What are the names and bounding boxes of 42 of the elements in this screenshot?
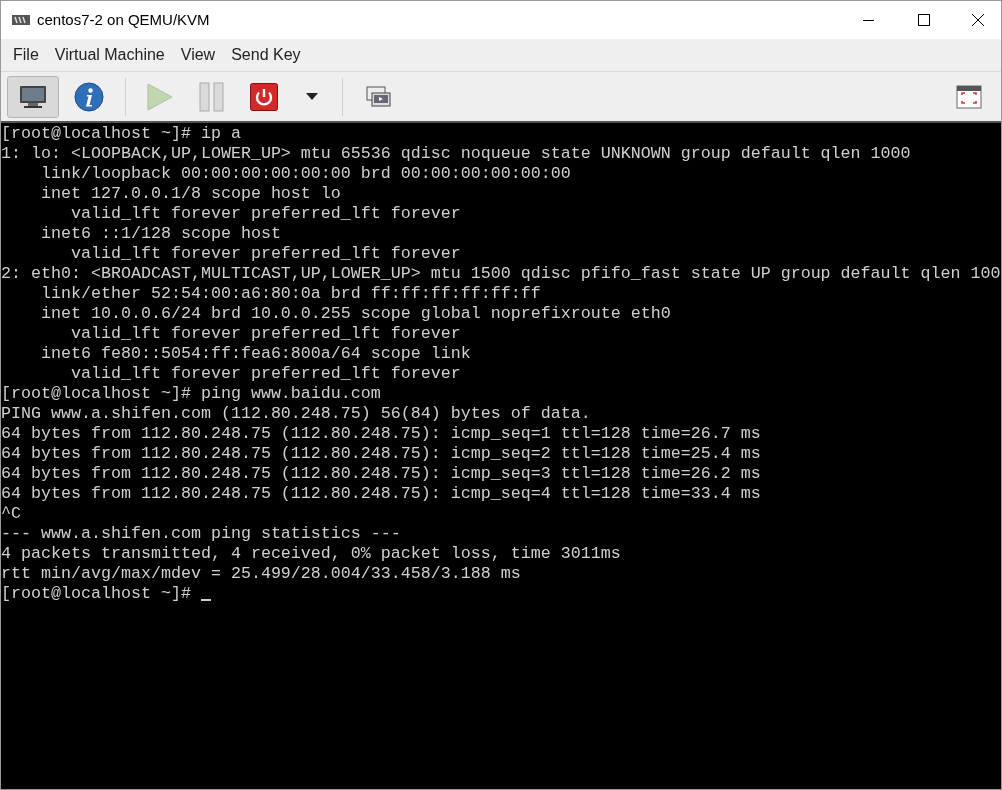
terminal-line: inet6 fe80::5054:ff:fea6:800a/64 scope link — [39, 344, 471, 364]
terminal-line: valid_lft forever preferred_lft forever — [69, 244, 461, 264]
terminal-line: 64 bytes from 112.80.248.75 (112.80.248.75): icmp_seq=4 ttl=128 time=33.4 ms — [1, 484, 761, 504]
terminal-line: 64 bytes from 112.80.248.75 (112.80.248.75): icmp_seq=3 ttl=128 time=26.2 ms — [1, 464, 761, 484]
menu-item[interactable]: Virtual Machine — [46, 41, 173, 69]
terminal-line: ^C — [1, 504, 21, 524]
fullscreen-icon — [956, 84, 982, 109]
menu-item[interactable]: Send Key — [223, 41, 309, 69]
app-icon — [11, 13, 31, 27]
terminal-prompt: [root@localhost ~]# — [1, 584, 191, 604]
menu-item[interactable]: File — [5, 41, 47, 69]
info-icon — [74, 81, 104, 112]
pause-icon — [199, 81, 225, 112]
menu-item[interactable]: View — [172, 41, 224, 69]
terminal-line: link/ether 52:54:00:a6:80:0a brd ff:ff:ff:ff:ff:ff — [39, 284, 541, 304]
terminal-line: inet 10.0.0.6/24 brd 10.0.0.255 scope global noprefixroute eth0 — [39, 304, 671, 324]
terminal-line: inet 127.0.0.1/8 scope host lo — [39, 184, 341, 204]
monitor-icon — [19, 84, 47, 109]
windows-icon — [366, 84, 392, 109]
terminal-line: [root@localhost ~]# ip a — [1, 124, 241, 144]
terminal-line: [root@localhost ~]# ping www.baidu.com — [1, 384, 381, 404]
terminal-line: valid_lft forever preferred_lft forever — [69, 364, 461, 384]
terminal-line: link/loopback 00:00:00:00:00:00 brd 00:00:00:00:00:00 — [39, 164, 571, 184]
maximize-icon — [918, 14, 930, 26]
terminal-line: 64 bytes from 112.80.248.75 (112.80.248.75): icmp_seq=2 ttl=128 time=25.4 ms — [1, 444, 761, 464]
terminal-line: valid_lft forever preferred_lft forever — [69, 324, 461, 344]
terminal-line: rtt min/avg/max/mdev = 25.499/28.004/33.458/3.188 ms — [1, 564, 521, 584]
caret-icon — [306, 93, 318, 100]
terminal-line: valid_lft forever preferred_lft forever — [69, 204, 461, 224]
terminal-line: 2: eth0: <BROADCAST,MULTICAST,UP,LOWER_UP> mtu 1500 qdisc pfifo_fast state UP group default qlen 100 — [1, 264, 1001, 284]
terminal-line: --- www.a.shifen.com ping statistics --- — [1, 524, 401, 544]
terminal-line: 64 bytes from 112.80.248.75 (112.80.248.75): icmp_seq=1 ttl=128 time=26.7 ms — [1, 424, 761, 444]
power-icon — [250, 82, 278, 111]
terminal-line: PING www.a.shifen.com (112.80.248.75) 56(84) bytes of data. — [1, 404, 591, 424]
close-icon — [972, 14, 984, 26]
play-icon — [146, 81, 174, 112]
text-cursor — [200, 599, 211, 601]
terminal-line: 4 packets transmitted, 4 received, 0% packet loss, time 3011ms — [1, 544, 621, 564]
terminal-line: 1: lo: <LOOPBACK,UP,LOWER_UP> mtu 65536 qdisc noqueue state UNKNOWN group default qlen 1000 — [1, 144, 911, 164]
console-button[interactable] — [7, 75, 59, 118]
terminal-line: inet6 ::1/128 scope host — [39, 224, 281, 244]
window-title: centos7-2 on QEMU/KVM — [37, 9, 210, 30]
